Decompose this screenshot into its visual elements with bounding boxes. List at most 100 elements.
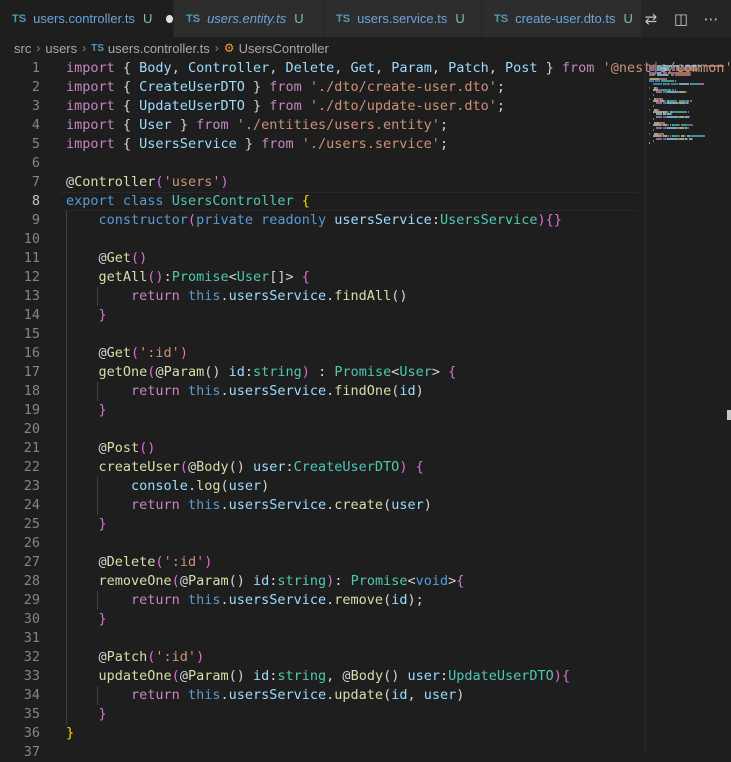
code-line[interactable]: 5 import { UsersService } from './users.s…	[0, 135, 645, 154]
code-token: :	[334, 573, 351, 589]
tab-create-user-dto-ts[interactable]: TS create-user.dto.ts U	[482, 0, 642, 37]
code-line[interactable]: 32 @Patch(':id')	[0, 648, 645, 667]
code-line[interactable]: 33 updateOne(@Param() id:string, @Body()…	[0, 667, 645, 686]
tab-users-service-ts[interactable]: TS users.service.ts U	[324, 0, 482, 37]
code-line[interactable]: 16 @Get(':id')	[0, 344, 645, 363]
class-symbol-icon: ⚙	[223, 41, 235, 55]
breadcrumb-item-src[interactable]: src	[14, 41, 31, 56]
unsaved-dot-icon[interactable]	[166, 14, 173, 23]
minimap-line	[657, 73, 668, 76]
minimap-line	[675, 73, 691, 76]
code-token: ()	[383, 668, 408, 684]
breadcrumb-item-file[interactable]: users.controller.ts	[108, 41, 210, 56]
minimap-line	[652, 104, 654, 107]
code-line[interactable]: 30 }	[0, 610, 645, 629]
code-line[interactable]: 4 import { User } from './entities/users.…	[0, 116, 645, 135]
code-line[interactable]: 8 export class UsersController {	[0, 192, 645, 211]
code-line[interactable]: 12 getAll():Promise<User[]> {	[0, 268, 645, 287]
code-text: return this.usersService.findOne(id)	[66, 382, 424, 401]
code-line[interactable]: 25 }	[0, 515, 645, 534]
code-token: id	[228, 364, 245, 380]
minimap[interactable]	[645, 59, 731, 756]
minimap-line	[708, 65, 723, 67]
code-line[interactable]: 3 import { UpdateUserDTO } from './dto/up…	[0, 97, 645, 116]
code-token: <	[228, 269, 237, 285]
code-line[interactable]: 19 }	[0, 401, 645, 420]
code-line[interactable]: 10	[0, 230, 645, 249]
code-token: getOne	[98, 364, 148, 380]
code-token: ,	[171, 60, 188, 76]
tab-label: users.entity.ts	[207, 11, 287, 26]
minimap-line	[649, 122, 650, 125]
tab-users-entity-ts[interactable]: TS users.entity.ts U	[174, 0, 324, 37]
code-line[interactable]: 26	[0, 534, 645, 553]
code-token: from	[269, 98, 302, 114]
code-line[interactable]: 36}	[0, 724, 645, 743]
code-line[interactable]: 35 }	[0, 705, 645, 724]
code-line[interactable]: 28 removeOne(@Param() id:string): Promis…	[0, 572, 645, 591]
code-line[interactable]: 18 return this.usersService.findOne(id)	[0, 382, 645, 401]
line-number: 29	[23, 592, 40, 608]
code-line[interactable]: 7 @Controller('users')	[0, 173, 645, 192]
minimap-line	[670, 82, 678, 85]
minimap-line	[656, 115, 662, 118]
code-line[interactable]: 31	[0, 629, 645, 648]
minimap-line	[690, 82, 702, 85]
split-editor-icon[interactable]: ◫	[671, 9, 691, 29]
scrollbar-thumb[interactable]	[727, 410, 731, 420]
code-token: user	[423, 687, 457, 703]
code-text: return this.usersService.remove(id);	[66, 591, 424, 610]
code-token: }	[98, 516, 107, 532]
code-text: @Post()	[66, 439, 156, 458]
code-token: readonly	[261, 212, 327, 228]
open-changes-icon[interactable]: ⇄	[641, 9, 661, 29]
code-text: }	[66, 610, 107, 629]
code-line[interactable]: 23 console.log(user)	[0, 477, 645, 496]
code-token: .	[220, 383, 229, 399]
code-token: updateOne	[98, 668, 172, 684]
tab-label: users.controller.ts	[33, 11, 135, 26]
line-number: 32	[23, 649, 40, 665]
code-line[interactable]: 2 import { CreateUserDTO } from './dto/cr…	[0, 78, 645, 97]
code-line[interactable]: 6	[0, 154, 645, 173]
line-number: 1	[31, 60, 40, 76]
code-text: createUser(@Body() user:CreateUserDTO) {	[66, 458, 424, 477]
breadcrumb-item-users[interactable]: users	[45, 41, 77, 56]
code-line[interactable]: 17 getOne(@Param() id:string) : Promise<…	[0, 363, 645, 382]
code-line[interactable]: 1 import { Body, Controller, Delete, Get,…	[0, 59, 731, 78]
code-line[interactable]: 24 return this.usersService.create(user)	[0, 496, 645, 515]
code-line[interactable]: 34 return this.usersService.update(id, u…	[0, 686, 645, 705]
code-line[interactable]: 21 @Post()	[0, 439, 645, 458]
code-token: user	[407, 668, 440, 684]
code-editor[interactable]: 1 import { Body, Controller, Delete, Get,…	[0, 59, 731, 760]
code-line[interactable]: 37	[0, 743, 645, 762]
tab-users-controller-ts[interactable]: TS users.controller.ts U	[0, 0, 174, 37]
line-number: 16	[23, 345, 40, 361]
code-line[interactable]: 15	[0, 325, 645, 344]
more-actions-icon[interactable]: ⋯	[701, 9, 721, 29]
code-line[interactable]: 14 }	[0, 306, 645, 325]
code-line[interactable]: 27 @Delete(':id')	[0, 553, 645, 572]
code-line[interactable]: 9 constructor(private readonly usersServ…	[0, 211, 645, 230]
code-token: )	[204, 554, 213, 570]
code-line[interactable]: 29 return this.usersService.remove(id);	[0, 591, 645, 610]
code-line[interactable]: 20	[0, 420, 645, 439]
minimap-line	[686, 126, 689, 129]
code-line[interactable]: 11 @Get()	[0, 249, 645, 268]
line-number: 4	[31, 117, 40, 133]
code-token: ;	[439, 117, 449, 133]
code-line[interactable]: 22 createUser(@Body() user:CreateUserDTO…	[0, 458, 645, 477]
typescript-file-icon: TS	[494, 12, 509, 25]
code-token: 'users'	[163, 174, 221, 190]
code-line[interactable]: 13 return this.usersService.findAll()	[0, 287, 645, 306]
breadcrumb-item-symbol[interactable]: UsersController	[239, 41, 329, 56]
code-token: )	[456, 687, 465, 703]
